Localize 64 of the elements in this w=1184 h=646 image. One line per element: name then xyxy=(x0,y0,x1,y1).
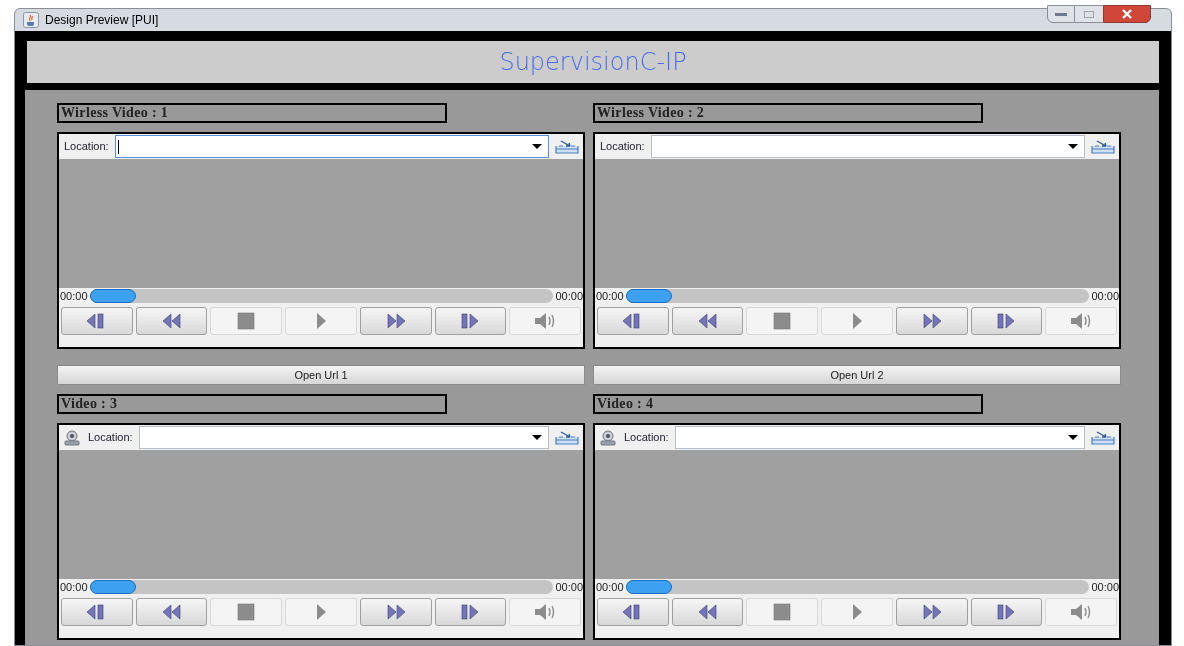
elapsed-time: 00:00 xyxy=(59,579,88,595)
total-time: 00:00 xyxy=(1091,579,1119,595)
open-folder-icon[interactable] xyxy=(1091,139,1115,154)
rewind-button[interactable] xyxy=(135,307,208,335)
step-forward-button[interactable] xyxy=(970,598,1043,626)
elapsed-time: 00:00 xyxy=(59,288,88,304)
location-field[interactable] xyxy=(114,135,549,158)
slider-thumb[interactable] xyxy=(89,289,136,303)
video-title-label: Video : 4 xyxy=(593,394,983,414)
slider-thumb[interactable] xyxy=(625,580,672,594)
location-label: Location: xyxy=(64,139,109,155)
slider-thumb[interactable] xyxy=(625,289,672,303)
dropdown-caret-icon[interactable] xyxy=(532,434,542,441)
seek-slider[interactable] xyxy=(89,289,554,303)
text-cursor xyxy=(117,139,119,154)
location-field[interactable] xyxy=(650,135,1085,158)
location-field[interactable] xyxy=(674,426,1085,449)
step-back-button[interactable] xyxy=(61,598,133,626)
dropdown-caret-icon[interactable] xyxy=(1068,434,1078,441)
step-forward-button[interactable] xyxy=(434,598,507,626)
location-label: Location: xyxy=(88,430,133,446)
step-back-button[interactable] xyxy=(61,307,133,335)
fast-forward-button[interactable] xyxy=(895,598,968,626)
open-url-button[interactable]: Open Url 1 xyxy=(57,365,585,385)
rewind-button[interactable] xyxy=(671,307,744,335)
total-time: 00:00 xyxy=(555,579,583,595)
webcam-icon xyxy=(62,429,82,446)
dropdown-caret-icon[interactable] xyxy=(1068,143,1078,150)
app-title: SupervisionC-IP xyxy=(499,47,687,78)
seek-slider[interactable] xyxy=(625,289,1090,303)
fast-forward-button[interactable] xyxy=(895,307,968,335)
window-title: Design Preview [PUI] xyxy=(45,12,159,29)
seek-slider[interactable] xyxy=(625,580,1090,594)
video-title-label: Wirless Video : 2 xyxy=(593,103,983,123)
close-button[interactable] xyxy=(1103,5,1151,23)
rewind-button[interactable] xyxy=(135,598,208,626)
fast-forward-button[interactable] xyxy=(359,598,432,626)
slider-thumb[interactable] xyxy=(89,580,136,594)
fast-forward-button[interactable] xyxy=(359,307,432,335)
minimize-button[interactable] xyxy=(1047,5,1075,23)
location-label: Location: xyxy=(600,139,645,155)
open-folder-icon[interactable] xyxy=(555,139,579,154)
dropdown-caret-icon[interactable] xyxy=(532,143,542,150)
total-time: 00:00 xyxy=(1091,288,1119,304)
location-label: Location: xyxy=(624,430,669,446)
step-back-button[interactable] xyxy=(597,598,669,626)
open-folder-icon[interactable] xyxy=(1091,430,1115,445)
open-url-button[interactable]: Open Url 2 xyxy=(593,365,1121,385)
elapsed-time: 00:00 xyxy=(595,288,624,304)
step-forward-button[interactable] xyxy=(970,307,1043,335)
step-forward-button[interactable] xyxy=(434,307,507,335)
step-back-button[interactable] xyxy=(597,307,669,335)
close-icon xyxy=(1121,9,1133,19)
total-time: 00:00 xyxy=(555,288,583,304)
elapsed-time: 00:00 xyxy=(595,579,624,595)
location-field[interactable] xyxy=(138,426,549,449)
rewind-button[interactable] xyxy=(671,598,744,626)
open-folder-icon[interactable] xyxy=(555,430,579,445)
video-title-label: Wirless Video : 1 xyxy=(57,103,447,123)
seek-slider[interactable] xyxy=(89,580,554,594)
maximize-button[interactable] xyxy=(1075,5,1103,23)
video-title-label: Video : 3 xyxy=(57,394,447,414)
webcam-icon xyxy=(598,429,618,446)
java-cup-icon xyxy=(23,12,39,28)
